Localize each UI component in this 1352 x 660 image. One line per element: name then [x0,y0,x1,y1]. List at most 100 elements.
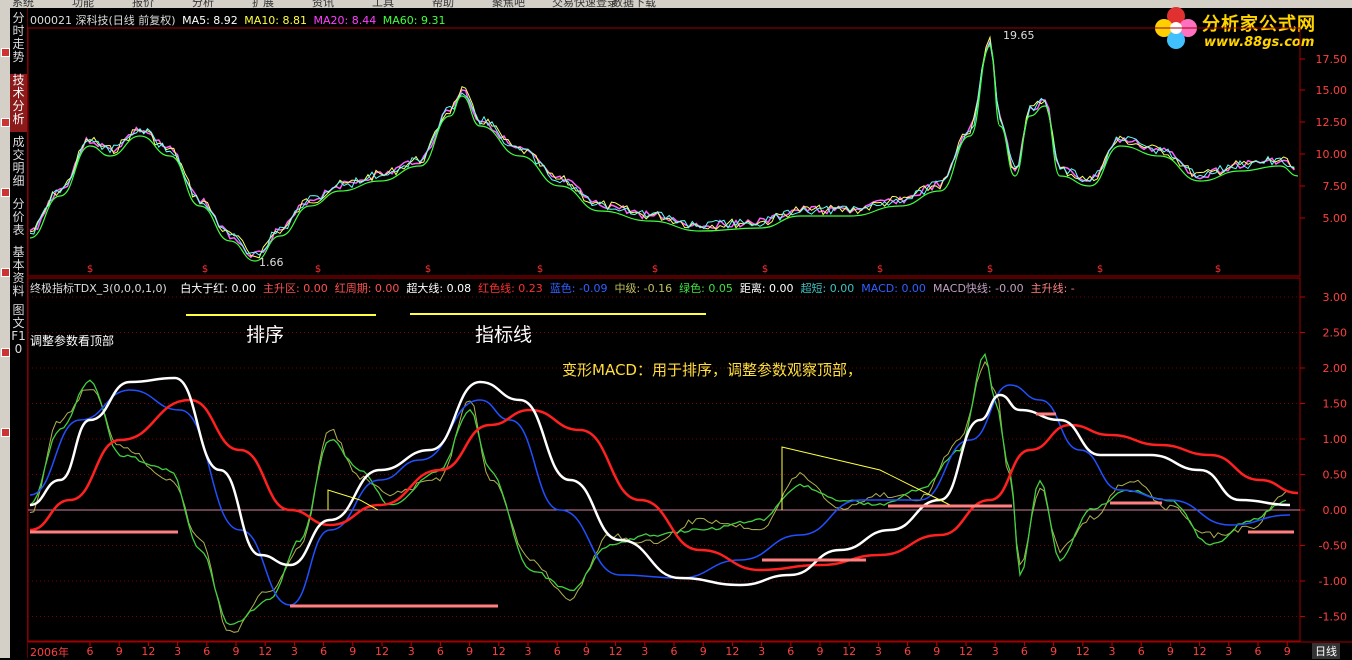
menu-item[interactable]: 数据下载 [612,0,656,8]
indicator-y-tick-label: 1.00 [1323,433,1348,446]
x-axis-tick-label: 9 [700,645,707,658]
green-line [29,352,1287,626]
x-axis-tick-label: 3 [1109,645,1116,658]
indicator-panel-frame [27,277,1301,642]
signal-marker: $ [315,264,321,275]
tool-icon[interactable] [1,48,10,57]
x-axis-tick-label: 6 [671,645,678,658]
indicator-y-tick-label: -0.50 [1319,540,1347,553]
tool-icon[interactable] [1,348,10,357]
signal-marker: $ [1097,264,1103,275]
menu-item[interactable]: 功能 [72,0,94,8]
tool-icon[interactable] [1,428,10,437]
x-axis-tick-label: 9 [933,645,940,658]
x-axis-tick-label: 12 [492,645,506,658]
tab-trade-details[interactable]: 成交明细 [10,136,27,188]
x-axis-tick-label: 12 [959,645,973,658]
indicator-value: 超短: 0.00 [800,282,855,295]
signal-marker: $ [652,264,658,275]
logo-title: 分析家公式网 [1202,14,1316,35]
tool-icon[interactable] [1,268,10,277]
tab-f10[interactable]: 图文F10 [10,304,27,356]
x-axis-tick-label: 6 [1138,645,1145,658]
tab-fundamentals[interactable]: 基本资料 [10,246,27,298]
x-axis-tick-label: 9 [1050,645,1057,658]
x-axis-tick-label: 9 [1167,645,1174,658]
price-candles-magenta [29,39,1295,259]
x-axis-tick-label: 9 [583,645,590,658]
indicator-value: MACD: 0.00 [861,282,926,295]
tool-icon[interactable] [1,188,10,197]
x-axis-tick-label: 9 [349,645,356,658]
menu-item[interactable]: 工具 [372,0,394,8]
x-axis-tick-label: 9 [466,645,473,658]
signal-marker: $ [1215,264,1221,275]
menu-item[interactable]: 帮助 [432,0,454,8]
menu-item[interactable]: 资讯 [312,0,334,8]
price-y-tick-label: 15.00 [1316,84,1348,97]
indicator-y-tick-label: 2.50 [1323,327,1348,340]
signal-marker: $ [877,264,883,275]
x-axis-tick-label: 3 [1225,645,1232,658]
x-axis-tick-label: 3 [408,645,415,658]
high-price-marker: 19.65 [1003,29,1035,42]
x-axis-tick-label: 12 [725,645,739,658]
tab-price-table[interactable]: 分价表 [10,198,27,237]
signal-marker: $ [425,264,431,275]
x-axis-tick-label: 3 [291,645,298,658]
indicator-value: MACD快线: -0.00 [932,282,1024,295]
x-axis-tick-label: 6 [203,645,210,658]
stock-title: 000021 深科技(日线 前复权) [30,14,176,27]
menu-item[interactable]: 扩展 [252,0,274,8]
annotation-macd: 变形MACD：用于排序，调整参数观察顶部， [562,361,862,379]
tab-intraday[interactable]: 分时走势 [10,12,27,64]
indicator-y-tick-label: -1.00 [1319,575,1347,588]
tool-icon[interactable] [1,118,10,127]
menu-item[interactable]: 聚焦吧 [492,0,525,8]
x-axis-tick-label: 3 [174,645,181,658]
indicator-y-tick-label: 0.00 [1323,504,1348,517]
indicator-value: 中级: -0.16 [614,282,673,295]
signal-marker: $ [87,264,93,275]
indicator-value: 绿色: 0.05 [679,282,733,295]
x-axis-tick-label: 3 [525,645,532,658]
price-panel-header: 000021 深科技(日线 前复权) MA5: 8.92 MA10: 8.81 … [30,12,445,28]
tab-technical-analysis[interactable]: 技术分析 [10,74,27,132]
period-label[interactable]: 日线 [1312,643,1340,659]
x-axis-tick-label: 12 [842,645,856,658]
olive-line [29,360,1287,633]
ma5-label: MA5: 8.92 [182,14,238,27]
indicator-value: 白大于红: 0.00 [180,282,256,295]
x-axis-tick-label: 12 [1193,645,1207,658]
menu-item[interactable]: 分析 [192,0,214,8]
indicator-value: 红色线: 0.23 [478,282,543,295]
signal-marker: $ [537,264,543,275]
x-axis-tick-label: 6 [904,645,911,658]
menu-item[interactable]: 报价 [132,0,154,8]
menu-item[interactable]: 系统 [12,0,34,8]
x-axis-tick-label: 9 [233,645,240,658]
price-candles-yellow [29,35,1295,259]
site-logo: 分析家公式网 www.88gs.com [1150,2,1346,54]
ma20-label: MA20: 8.44 [313,14,377,27]
price-y-tick-label: 10.00 [1316,148,1348,161]
indicator-y-tick-label: -1.50 [1319,611,1347,624]
x-axis-tick-label: 12 [1076,645,1090,658]
x-axis-tick-label: 3 [641,645,648,658]
x-axis-tick-label: 3 [758,645,765,658]
indicator-value: 蓝色: -0.09 [549,282,608,295]
low-price-marker: 1.66 [259,256,284,269]
x-axis-tick-label: 6 [554,645,561,658]
indicator-y-tick-label: 0.50 [1323,469,1348,482]
signal-marker: $ [762,264,768,275]
indicator-value: 超大线: 0.08 [406,282,472,295]
x-axis-tick-label: 6 [1021,645,1028,658]
price-y-tick-label: 5.00 [1323,212,1348,225]
indicator-value: 主升区: 0.00 [263,282,328,295]
indicator-subtitle: 调整参数看顶部 [30,334,115,348]
ma60-line [29,45,1299,262]
yellow-triangle [781,446,951,510]
menu-item[interactable]: 交易快速登录 [552,0,618,8]
x-axis-tick-label: 9 [1284,645,1291,658]
ma60-label: MA60: 9.31 [382,14,446,27]
